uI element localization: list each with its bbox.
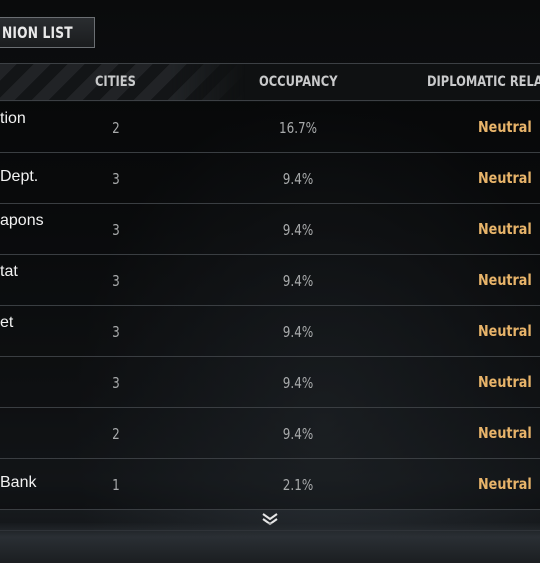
cities-count: 3 (112, 221, 120, 239)
diplomatic-status: Neutral (478, 169, 532, 187)
occupancy-value: 9.4% (282, 323, 314, 341)
header-cities[interactable]: CITIES (95, 64, 136, 100)
table-row[interactable]: 3 9.4% Neutral (0, 357, 540, 408)
union-name: Dept. (0, 168, 39, 185)
table-row[interactable]: apons 3 9.4% Neutral (0, 204, 540, 255)
union-table-body: tion 2 16.7% Neutral Dept. 3 9.4% Neutra… (0, 102, 540, 510)
table-row[interactable]: 2 9.4% Neutral (0, 408, 540, 459)
diplomatic-status: Neutral (478, 220, 532, 238)
union-name: et (0, 314, 14, 331)
cities-count: 3 (112, 272, 120, 290)
table-row[interactable]: Dept. 3 9.4% Neutral (0, 153, 540, 204)
diplomatic-status: Neutral (478, 475, 532, 493)
cities-count: 2 (112, 425, 120, 443)
diplomatic-status: Neutral (478, 271, 532, 289)
table-header: CITIES OCCUPANCY DIPLOMATIC RELATI (0, 63, 540, 101)
cities-count: 2 (112, 119, 120, 137)
occupancy-value: 9.4% (282, 221, 314, 239)
diplomatic-status: Neutral (478, 118, 532, 136)
chevron-down-icon[interactable] (261, 512, 279, 526)
union-list-tab[interactable]: NION LIST (0, 17, 95, 48)
union-list-screen: NION LIST CITIES OCCUPANCY DIPLOMATIC RE… (0, 0, 540, 563)
table-row[interactable]: Bank 1 2.1% Neutral (0, 459, 540, 510)
occupancy-value: 16.7% (278, 119, 318, 137)
occupancy-value: 9.4% (282, 374, 314, 392)
cities-count: 3 (112, 170, 120, 188)
table-row[interactable]: et 3 9.4% Neutral (0, 306, 540, 357)
diplomatic-status: Neutral (478, 322, 532, 340)
diplomatic-status: Neutral (478, 424, 532, 442)
cities-count: 1 (112, 476, 120, 494)
table-row[interactable]: tat 3 9.4% Neutral (0, 255, 540, 306)
table-bottom-divider (0, 530, 540, 531)
occupancy-value: 9.4% (282, 170, 314, 188)
cities-count: 3 (112, 323, 120, 341)
union-name: apons (0, 212, 44, 229)
occupancy-value: 9.4% (282, 272, 314, 290)
header-diplomatic-relation[interactable]: DIPLOMATIC RELATI (427, 64, 540, 100)
union-name: tion (0, 110, 26, 127)
table-row[interactable]: tion 2 16.7% Neutral (0, 102, 540, 153)
header-occupancy[interactable]: OCCUPANCY (259, 64, 338, 100)
occupancy-value: 9.4% (282, 425, 314, 443)
union-name: tat (0, 263, 18, 280)
diplomatic-status: Neutral (478, 373, 532, 391)
occupancy-value: 2.1% (282, 476, 314, 494)
tab-label: NION LIST (2, 23, 73, 42)
cities-count: 3 (112, 374, 120, 392)
union-name: Bank (0, 474, 37, 491)
